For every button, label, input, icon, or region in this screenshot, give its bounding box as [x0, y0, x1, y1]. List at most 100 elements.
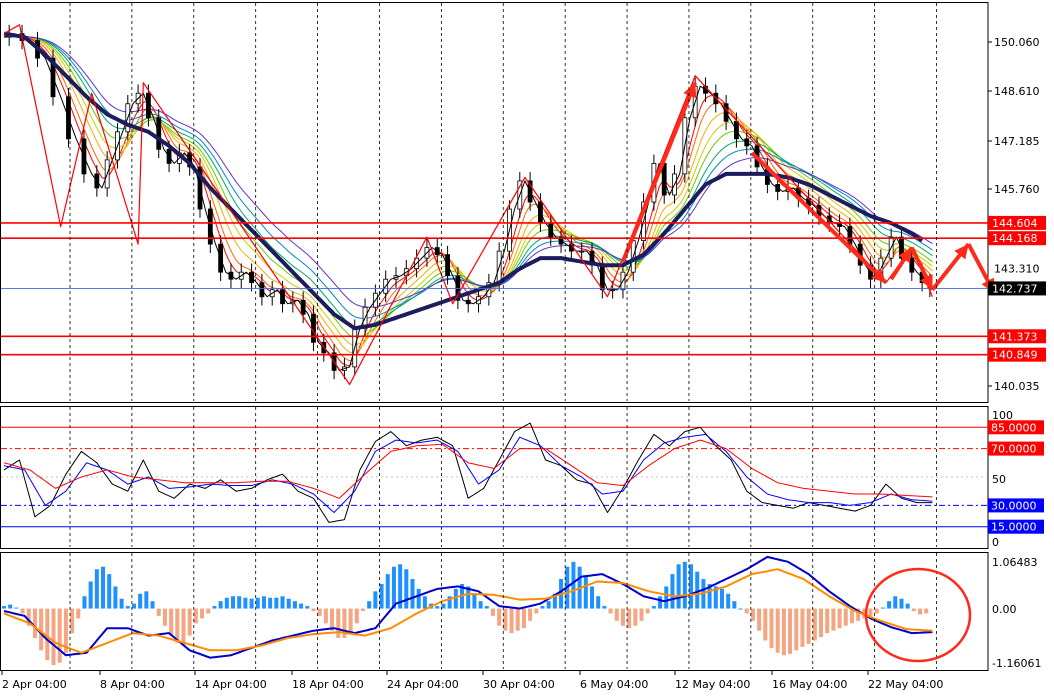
- histogram-bar: [224, 597, 229, 609]
- y-tick-label: 140.035: [994, 380, 1040, 393]
- x-tick-label: 8 Apr 04:00: [100, 678, 165, 691]
- histogram-bar: [57, 608, 62, 663]
- histogram-bar: [812, 608, 817, 641]
- histogram-bar: [831, 608, 836, 631]
- histogram-bar: [645, 608, 650, 614]
- histogram-bar: [422, 596, 427, 609]
- histogram-bar: [70, 608, 75, 634]
- y-tick-label: 150.060: [994, 36, 1040, 49]
- histogram-bar: [131, 603, 136, 609]
- histogram-bar: [292, 601, 297, 609]
- histogram-bar: [169, 608, 174, 636]
- histogram-bar: [441, 603, 446, 609]
- histogram-bar: [843, 608, 848, 626]
- histogram-bar: [360, 608, 365, 611]
- histogram-bar: [237, 596, 242, 609]
- histogram-bar: [757, 608, 762, 631]
- histogram-bar: [497, 608, 502, 626]
- stoch-level-label: 15.0000: [991, 521, 1037, 534]
- histogram-bar: [212, 606, 217, 609]
- histogram-bar: [144, 591, 149, 609]
- histogram-bar: [868, 608, 873, 616]
- histogram-bar: [819, 608, 824, 638]
- histogram-bar: [268, 597, 273, 609]
- histogram-bar: [76, 608, 81, 619]
- histogram-bar: [899, 598, 904, 609]
- histogram-bar: [243, 597, 248, 609]
- histogram-bar: [837, 608, 842, 629]
- histogram-bar: [732, 601, 737, 609]
- histogram-bar: [744, 608, 749, 614]
- histogram-bar: [651, 606, 656, 609]
- histogram-bar: [478, 601, 483, 609]
- histogram-bar: [719, 588, 724, 609]
- histogram-bar: [39, 608, 44, 651]
- histogram-bar: [299, 603, 304, 609]
- x-tick-label: 30 Apr 04:00: [483, 678, 555, 691]
- histogram-bar: [82, 596, 87, 609]
- histogram-bar: [348, 608, 353, 634]
- level-tag-label: 142.737: [992, 282, 1038, 295]
- level-tag-label: 144.604: [992, 217, 1038, 230]
- histogram-bar: [200, 608, 205, 619]
- histogram-bar: [150, 601, 155, 609]
- histogram-bar: [769, 608, 774, 648]
- histogram-bar: [515, 608, 520, 631]
- histogram-bar: [261, 596, 266, 609]
- histogram-bar: [893, 596, 898, 609]
- histogram-bar: [590, 586, 594, 609]
- histogram-bar: [416, 588, 421, 609]
- x-tick-label: 24 Apr 04:00: [387, 678, 459, 691]
- level-tag-label: 141.373: [992, 330, 1038, 343]
- histogram-bar: [367, 601, 372, 609]
- histogram-bar: [608, 608, 613, 614]
- histogram-bar: [633, 608, 638, 626]
- level-tag-label: 144.168: [992, 232, 1038, 245]
- x-tick-label: 16 May 04:00: [772, 678, 847, 691]
- histogram-bar: [918, 608, 923, 615]
- x-tick-label: 18 Apr 04:00: [292, 678, 364, 691]
- histogram-bar: [14, 607, 19, 609]
- histogram-bar: [255, 597, 260, 609]
- histogram-bar: [435, 606, 440, 609]
- histogram-bar: [193, 608, 198, 624]
- x-tick-label: 6 May 04:00: [580, 678, 648, 691]
- histogram-bar: [311, 608, 316, 611]
- histogram-bar: [410, 579, 415, 609]
- histogram-bar: [101, 566, 106, 609]
- histogram-bar: [788, 608, 793, 654]
- histogram-bar: [670, 574, 675, 609]
- histogram-bar: [620, 608, 625, 626]
- histogram-bar: [509, 608, 514, 634]
- histogram-bar: [113, 586, 118, 609]
- histogram-bar: [781, 608, 786, 656]
- stoch-y-tick-label: 100: [992, 409, 1013, 422]
- stoch-level-label: 30.0000: [991, 499, 1037, 512]
- level-tag-label: 140.849: [992, 349, 1038, 362]
- histogram-bar: [874, 608, 879, 614]
- histogram-bar: [596, 596, 601, 609]
- histogram-bar: [571, 561, 576, 609]
- x-tick-label: 12 May 04:00: [675, 678, 750, 691]
- x-tick-label: 2 Apr 04:00: [2, 678, 67, 691]
- histogram-bar: [627, 608, 632, 629]
- histogram-bar: [726, 593, 731, 609]
- histogram-bar: [385, 574, 390, 609]
- histogram-bar: [880, 607, 885, 609]
- histogram-bar: [695, 571, 700, 609]
- histogram-bar: [286, 598, 291, 609]
- histogram-bar: [546, 601, 551, 609]
- histogram-bar: [540, 606, 545, 609]
- histogram-bar: [379, 583, 384, 609]
- histogram-bar: [391, 566, 396, 609]
- histogram-bar: [664, 586, 669, 609]
- histogram-bar: [32, 608, 37, 639]
- histogram-bar: [206, 608, 211, 614]
- histogram-bar: [639, 608, 644, 621]
- macd-y-tick-label: -1.16061: [992, 657, 1041, 670]
- histogram-bar: [373, 591, 378, 609]
- histogram-bar: [323, 608, 328, 624]
- histogram-bar: [676, 564, 681, 609]
- histogram-bar: [689, 564, 694, 609]
- macd-y-tick-label: 1.06483: [992, 556, 1038, 569]
